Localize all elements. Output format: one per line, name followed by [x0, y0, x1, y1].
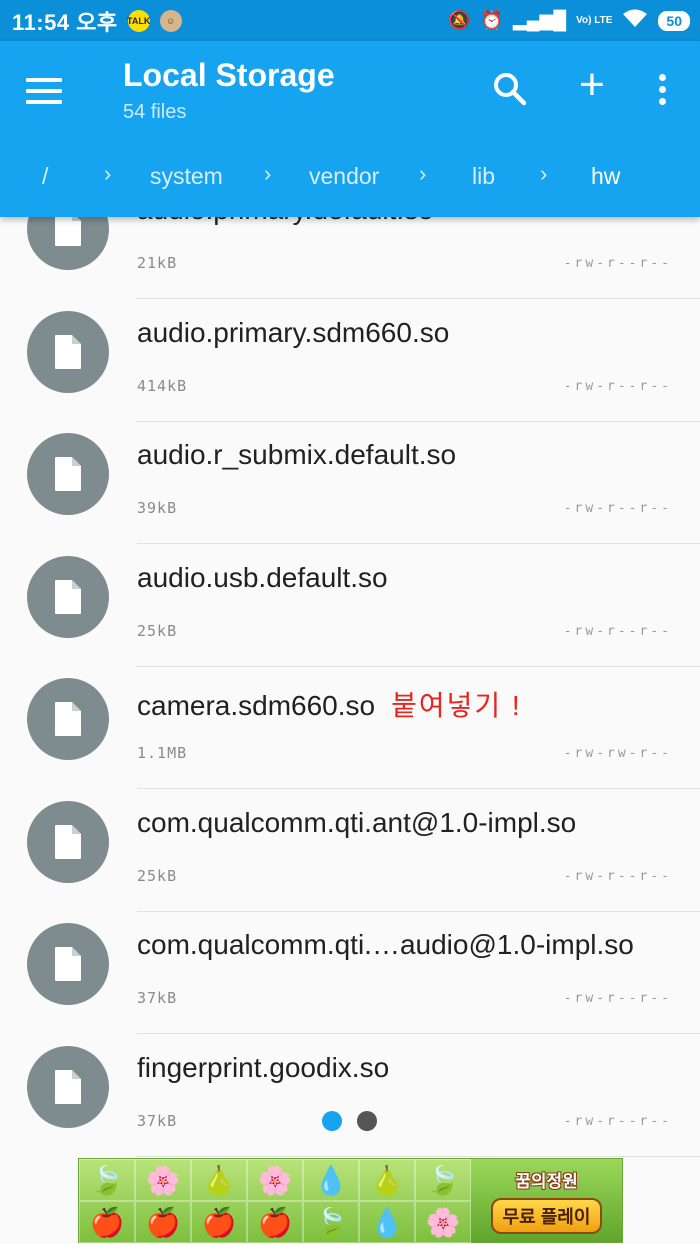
add-icon[interactable]: + — [572, 63, 612, 109]
file-name-text: com.qualcomm.qti.ant@1.0-impl.so — [137, 806, 577, 838]
status-bar: 11:54 오후 TALK ☺ 🔕 ⏰ ▂▄▆█ Vo) LTE 50 — [0, 0, 700, 41]
battery-icon: 50 — [658, 10, 690, 31]
signal-icon: ▂▄▆█ — [512, 10, 567, 30]
status-time: 11:54 오후 — [12, 9, 118, 35]
file-name-text: com.qualcomm.qti.…audio@1.0-impl.so — [137, 929, 634, 960]
file-permissions: -rw-r--r-- — [563, 991, 672, 1006]
ad-tile: 🍎 — [79, 1201, 135, 1243]
search-icon[interactable] — [490, 69, 530, 109]
person-notification-icon: ☺ — [159, 9, 182, 32]
file-name-text: camera.sdm660.so — [137, 690, 376, 721]
ad-tile: 🍃 — [415, 1159, 471, 1201]
alarm-clock-icon: ⏰ — [480, 10, 503, 30]
divider — [137, 1155, 700, 1157]
ad-side: 꿈의정원 무료 플레이 — [471, 1159, 622, 1242]
breadcrumb-vendor[interactable]: vendor — [309, 163, 379, 190]
file-size: 1.1MB — [137, 744, 188, 762]
breadcrumb-separator: › — [264, 161, 272, 186]
file-permissions: -rw-r--r-- — [563, 256, 672, 271]
volte-icon: Vo) LTE — [576, 14, 613, 26]
file-size: 25kB — [137, 866, 178, 885]
ad-tile: 🍎 — [191, 1201, 247, 1243]
ad-tile: 🍃 — [303, 1201, 359, 1243]
ad-tile: 🍎 — [135, 1201, 191, 1243]
file-size: 39kB — [137, 499, 178, 517]
file-permissions: -rw-r--r-- — [563, 1113, 672, 1129]
alarm-off-icon: 🔕 — [448, 10, 471, 30]
pager-dot[interactable] — [357, 1111, 377, 1131]
breadcrumb-separator: › — [419, 161, 427, 186]
ad-tile: 🍐 — [359, 1159, 415, 1201]
file-icon[interactable] — [27, 678, 109, 760]
file-name-text: audio.usb.default.so — [137, 561, 388, 593]
breadcrumb-separator: › — [540, 161, 548, 186]
file-size: 37kB — [137, 1111, 178, 1130]
file-permissions: -rw-rw-r-- — [563, 746, 672, 761]
breadcrumb-separator: › — [104, 161, 112, 186]
menu-icon[interactable] — [26, 71, 70, 111]
file-name: audio.r_submix.default.so — [137, 439, 456, 471]
breadcrumb-hw[interactable]: hw — [591, 163, 620, 190]
ad-tile: 🍎 — [247, 1201, 303, 1243]
file-icon[interactable] — [27, 923, 109, 1005]
more-options-icon[interactable] — [650, 69, 674, 109]
ad-tile: 🌸 — [135, 1159, 191, 1201]
file-row[interactable]: audio.r_submix.default.so 39kB -rw-r--r-- — [0, 395, 700, 544]
ad-tile: 💧 — [359, 1201, 415, 1243]
file-name: camera.sdm660.so 붙여넣기 ! — [137, 684, 522, 724]
file-permissions: -rw-r--r-- — [563, 623, 672, 639]
file-permissions: -rw-r--r-- — [563, 501, 672, 516]
screen: 11:54 오후 TALK ☺ 🔕 ⏰ ▂▄▆█ Vo) LTE 50 Loca… — [0, 0, 700, 1244]
status-icons: 🔕 ⏰ ▂▄▆█ Vo) LTE 50 — [448, 0, 690, 41]
file-name-text: fingerprint.goodix.so — [137, 1051, 390, 1083]
kakaotalk-icon: TALK — [127, 9, 150, 32]
file-row[interactable]: com.qualcomm.qti.ant@1.0-impl.so 25kB -rw-… — [0, 763, 700, 912]
file-icon[interactable] — [27, 555, 109, 638]
ad-tile: 🍐 — [191, 1159, 247, 1201]
pager-dots — [322, 1111, 377, 1131]
page-title: Local Storage — [123, 57, 335, 93]
file-list: audio.primary.default.so21kB-rw-r--r--au… — [0, 150, 700, 1157]
breadcrumb-root[interactable]: / — [42, 163, 48, 190]
ad-banner[interactable]: 🍃 🌸 🍐 🌸 💧 🍐 🍃 🍎 🍎 🍎 🍎 🍃 💧 🌸 꿈의정원 무료 플레이 — [78, 1158, 623, 1243]
file-name-text: audio.primary.sdm660.so — [137, 316, 450, 348]
file-name-text: audio.r_submix.default.so — [137, 439, 457, 470]
file-count: 54 files — [123, 101, 187, 123]
file-size: 37kB — [137, 989, 178, 1007]
file-name: com.qualcomm.qti.ant@1.0-impl.so — [137, 807, 576, 839]
file-name: audio.primary.sdm660.so — [137, 317, 449, 349]
ad-play-button[interactable]: 무료 플레이 — [490, 1198, 603, 1234]
ad-tile: 💧 — [303, 1159, 359, 1201]
breadcrumb: / › system › vendor › lib › hw — [0, 159, 700, 199]
breadcrumb-system[interactable]: system — [150, 163, 223, 190]
file-permissions: -rw-r--r-- — [563, 868, 672, 884]
file-name: audio.usb.default.so — [137, 562, 388, 594]
file-permissions: -rw-r--r-- — [563, 378, 672, 394]
paste-annotation: 붙여넣기 ! — [391, 690, 522, 721]
file-size: 414kB — [137, 376, 188, 395]
file-name: com.qualcomm.qti.…audio@1.0-impl.so — [137, 929, 634, 961]
file-row[interactable]: com.qualcomm.qti.…audio@1.0-impl.so 37kB -… — [0, 885, 700, 1034]
ad-game-grid: 🍃 🌸 🍐 🌸 💧 🍐 🍃 🍎 🍎 🍎 🍎 🍃 💧 🌸 — [79, 1159, 471, 1243]
file-icon[interactable] — [27, 1045, 109, 1128]
file-row[interactable]: audio.primary.sdm660.so 414kB -rw-r--r-- — [0, 273, 700, 422]
ad-logo: 꿈의정원 — [515, 1172, 578, 1191]
file-row[interactable]: audio.usb.default.so 25kB -rw-r--r-- — [0, 518, 700, 667]
breadcrumb-lib[interactable]: lib — [472, 163, 495, 190]
ad-tile: 🍃 — [79, 1159, 135, 1201]
ad-tile: 🌸 — [247, 1159, 303, 1201]
file-size: 21kB — [137, 254, 178, 272]
file-size: 25kB — [137, 621, 178, 640]
ad-tile: 🌸 — [415, 1201, 471, 1243]
pager-dot-active[interactable] — [322, 1111, 342, 1131]
wifi-icon — [622, 8, 648, 33]
app-bar: Local Storage 54 files + / › system › ve… — [0, 41, 700, 217]
file-name: fingerprint.goodix.so — [137, 1052, 389, 1084]
file-icon[interactable] — [27, 433, 109, 515]
file-icon[interactable] — [27, 800, 109, 883]
file-icon[interactable] — [27, 310, 109, 393]
file-row[interactable]: camera.sdm660.so 붙여넣기 ! 1.1MB -rw-rw-r-- — [0, 640, 700, 789]
